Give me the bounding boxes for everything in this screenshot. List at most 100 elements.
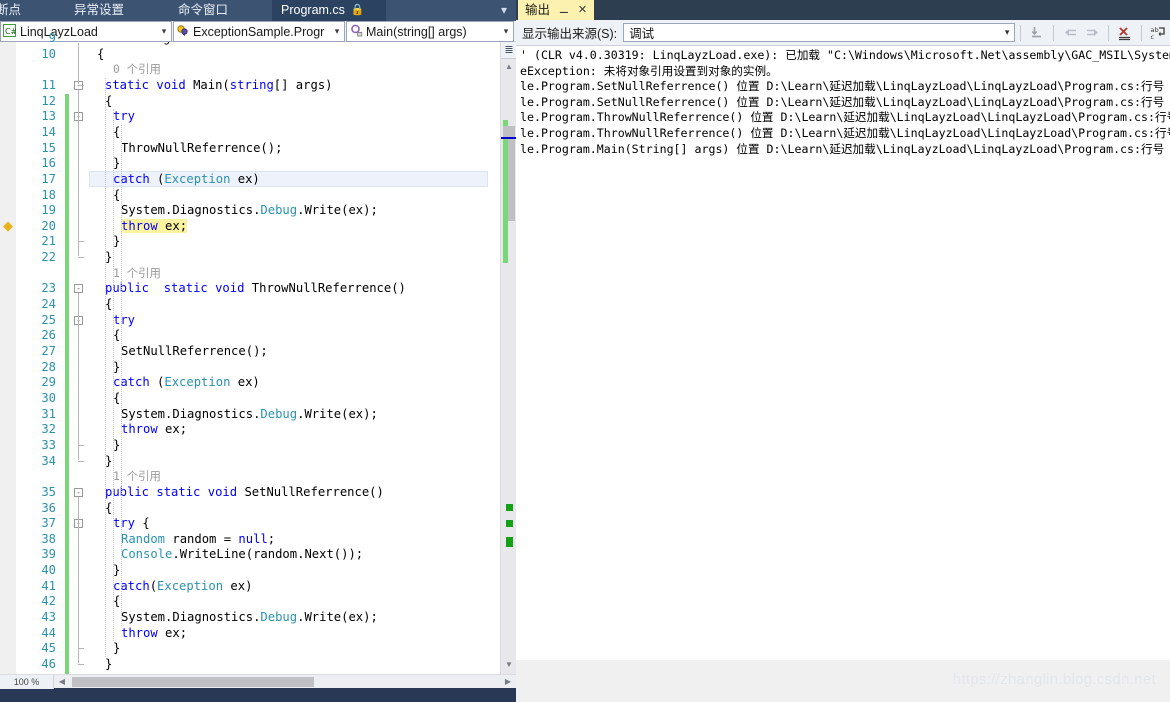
navbar-member-dropdown[interactable]: Main(string[] args) ▾ [346, 21, 514, 42]
navbar-type-dropdown[interactable]: ExceptionSample.Progr ▾ [173, 21, 345, 42]
code-line[interactable]: throw ex; [121, 218, 188, 235]
word-wrap-icon[interactable]: ab c [1147, 23, 1169, 43]
output-source-dropdown[interactable]: 调试 ▾ [623, 23, 1016, 42]
code-line[interactable]: } [113, 641, 120, 657]
line-number: 13 [41, 109, 56, 124]
code-line[interactable]: catch (Exception ex) [113, 375, 260, 391]
chevron-up-icon[interactable]: ▲ [501, 60, 517, 74]
code-line[interactable]: ThrowNullReferrence(); [121, 141, 282, 157]
code-editor[interactable]: ◆ 9 10 11 12 13 14 15 16 17 18 19 20 21 22 23 24 25 26 27 2… [0, 31, 517, 689]
code-line[interactable]: System.Diagnostics.Debug.Write(ex); [121, 203, 378, 219]
outlining-margin[interactable]: ------ [71, 42, 89, 674]
editor-pane: 断点 异常设置 命令窗口 Program.cs 🔒 ⚊ ✕ ▾ C [0, 0, 517, 702]
line-number: 10 [41, 46, 56, 61]
tab-exception-settings-label: 异常设置 [74, 3, 125, 17]
chevron-left-icon[interactable]: ◀ [55, 675, 69, 689]
code-line[interactable]: catch(Exception ex) [113, 579, 252, 595]
code-line[interactable]: { [113, 391, 120, 407]
chevron-down-icon[interactable]: ▾ [157, 26, 171, 37]
code-line[interactable]: { [97, 47, 104, 63]
code-line[interactable]: } [105, 657, 112, 673]
code-line[interactable]: { [113, 594, 120, 610]
line-number: 46 [41, 657, 56, 671]
toolbar-separator [1141, 24, 1143, 41]
scrollbar-marker [506, 520, 513, 527]
line-number: 34 [41, 453, 56, 468]
code-line[interactable]: class Program [97, 42, 192, 47]
tab-exception-settings[interactable]: 异常设置 [66, 0, 132, 21]
find-message-icon[interactable] [1026, 23, 1048, 43]
code-line[interactable]: { [113, 328, 120, 344]
tab-output[interactable]: 输出 ⚊ ✕ [518, 0, 595, 20]
code-line[interactable]: public static void ThrowNullReferrence() [105, 281, 406, 297]
output-toolbar: 显示输出来源(S): 调试 ▾ ab c [516, 20, 1170, 46]
tab-program-cs[interactable]: Program.cs 🔒 ⚊ ✕ [272, 0, 386, 37]
scrollbar-change-bar [503, 138, 508, 263]
code-line[interactable]: { [105, 501, 112, 517]
code-line[interactable]: { [105, 94, 112, 110]
code-line[interactable]: SetNullReferrence(); [121, 344, 268, 360]
tab-breakpoints-label: 断点 [0, 3, 22, 17]
code-line[interactable]: try [113, 109, 135, 125]
tab-overflow-chevron-down-icon[interactable]: ▾ [496, 0, 512, 21]
output-text-area[interactable]: ' (CLR v4.0.30319: LinqLayzLoad.exe): 已加… [516, 46, 1170, 702]
code-line[interactable]: } [113, 360, 120, 376]
code-line[interactable]: } [113, 234, 120, 250]
code-text-area[interactable]: class Program{0 个引用static void Main(stri… [89, 42, 488, 674]
output-source-label: 显示输出来源(S): [522, 27, 618, 41]
chevron-down-icon[interactable]: ▾ [499, 26, 513, 37]
line-number: 9 [48, 31, 56, 45]
code-line[interactable]: System.Diagnostics.Debug.Write(ex); [121, 610, 378, 626]
code-line[interactable]: } [105, 454, 112, 470]
code-line[interactable]: throw ex; [121, 422, 187, 438]
chevron-right-icon[interactable]: ▶ [501, 675, 515, 689]
clear-all-icon[interactable] [1114, 23, 1136, 43]
chevron-down-icon[interactable]: ▼ [501, 658, 517, 672]
code-line[interactable]: { [113, 125, 120, 141]
code-line[interactable]: Console.WriteLine(random.Next()); [121, 547, 363, 563]
arrow-left-icon[interactable] [1059, 23, 1081, 43]
line-number: 44 [41, 625, 56, 640]
output-line: le.Program.ThrowNullReferrence() 位置 D:\L… [520, 126, 1170, 140]
chevron-down-icon[interactable]: ▾ [1000, 27, 1014, 38]
editor-horizontal-scrollbar[interactable]: 100 % ◀ ▶ [0, 674, 516, 689]
change-bar [65, 93, 69, 689]
tab-breakpoints[interactable]: 断点 [0, 0, 29, 21]
arrow-right-icon[interactable] [1081, 23, 1103, 43]
code-line[interactable]: catch (Exception ex) [113, 172, 260, 188]
codelens-hint[interactable]: 0 个引用 [113, 62, 161, 78]
code-line[interactable]: } [113, 563, 120, 579]
line-number: 11 [41, 77, 56, 92]
code-line[interactable]: { [105, 297, 112, 313]
outlining-collapse-icon[interactable]: - [74, 284, 83, 294]
navbar-project-dropdown[interactable]: C# LinqLayzLoad ▾ [0, 21, 172, 42]
chevron-down-icon[interactable]: ▾ [330, 26, 344, 37]
close-icon[interactable]: ✕ [578, 0, 587, 20]
code-line[interactable]: } [105, 250, 112, 266]
code-line[interactable]: { [113, 188, 120, 204]
editor-vertical-scrollbar[interactable]: ≣ ▲ ▼ [500, 42, 517, 674]
code-line[interactable]: static void Main(string[] args) [105, 78, 333, 94]
code-line[interactable]: throw ex; [121, 626, 187, 642]
editor-zoom-level[interactable]: 100 % [0, 675, 54, 689]
pin-icon[interactable]: ⚊ [559, 0, 569, 20]
glyph-margin[interactable]: ◆ [0, 42, 16, 674]
code-line[interactable]: public static void SetNullReferrence() [105, 485, 384, 501]
code-line[interactable]: try { [113, 516, 150, 532]
code-line[interactable]: } [113, 156, 120, 172]
scrollbar-current-line-marker [501, 137, 517, 139]
split-view-icon[interactable]: ≣ [501, 42, 517, 59]
code-line[interactable]: try [113, 313, 135, 329]
code-line[interactable]: System.Diagnostics.Debug.Write(ex); [121, 407, 378, 423]
outlining-guide [78, 43, 79, 84]
indent-guide [113, 109, 114, 642]
output-line: le.Program.SetNullReferrence() 位置 D:\Lea… [520, 94, 1170, 109]
code-line[interactable]: Random random = null; [121, 532, 275, 548]
h-scrollbar-thumb[interactable] [72, 677, 314, 687]
code-line[interactable]: } [113, 438, 120, 454]
output-pane: 输出 ⚊ ✕ 显示输出来源(S): 调试 ▾ ab c ' (CLR v4.0.… [516, 0, 1170, 702]
line-number: 16 [41, 156, 56, 171]
outlining-collapse-icon[interactable]: - [74, 487, 83, 497]
line-number: 21 [41, 234, 56, 249]
tab-command-window[interactable]: 命令窗口 [170, 0, 236, 21]
